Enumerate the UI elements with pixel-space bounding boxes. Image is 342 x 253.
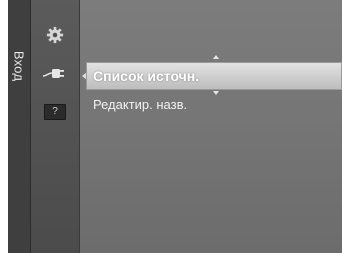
menu-item-label: Список источн.	[93, 68, 200, 84]
scroll-up-arrow-icon	[213, 55, 219, 59]
menu-category-sidebar: Вход	[8, 0, 31, 253]
input-icon[interactable]	[42, 64, 68, 84]
help-icon[interactable]: ?	[44, 104, 66, 120]
scroll-down-arrow-icon	[213, 91, 219, 95]
gear-icon[interactable]	[46, 26, 64, 44]
menu-category-title: Вход	[11, 50, 27, 82]
menu-item-selected[interactable]: Список источн.	[86, 62, 342, 90]
menu-item-edit-name[interactable]: Редактир. назв.	[93, 97, 187, 112]
menu-icon-column: ?	[31, 0, 80, 253]
